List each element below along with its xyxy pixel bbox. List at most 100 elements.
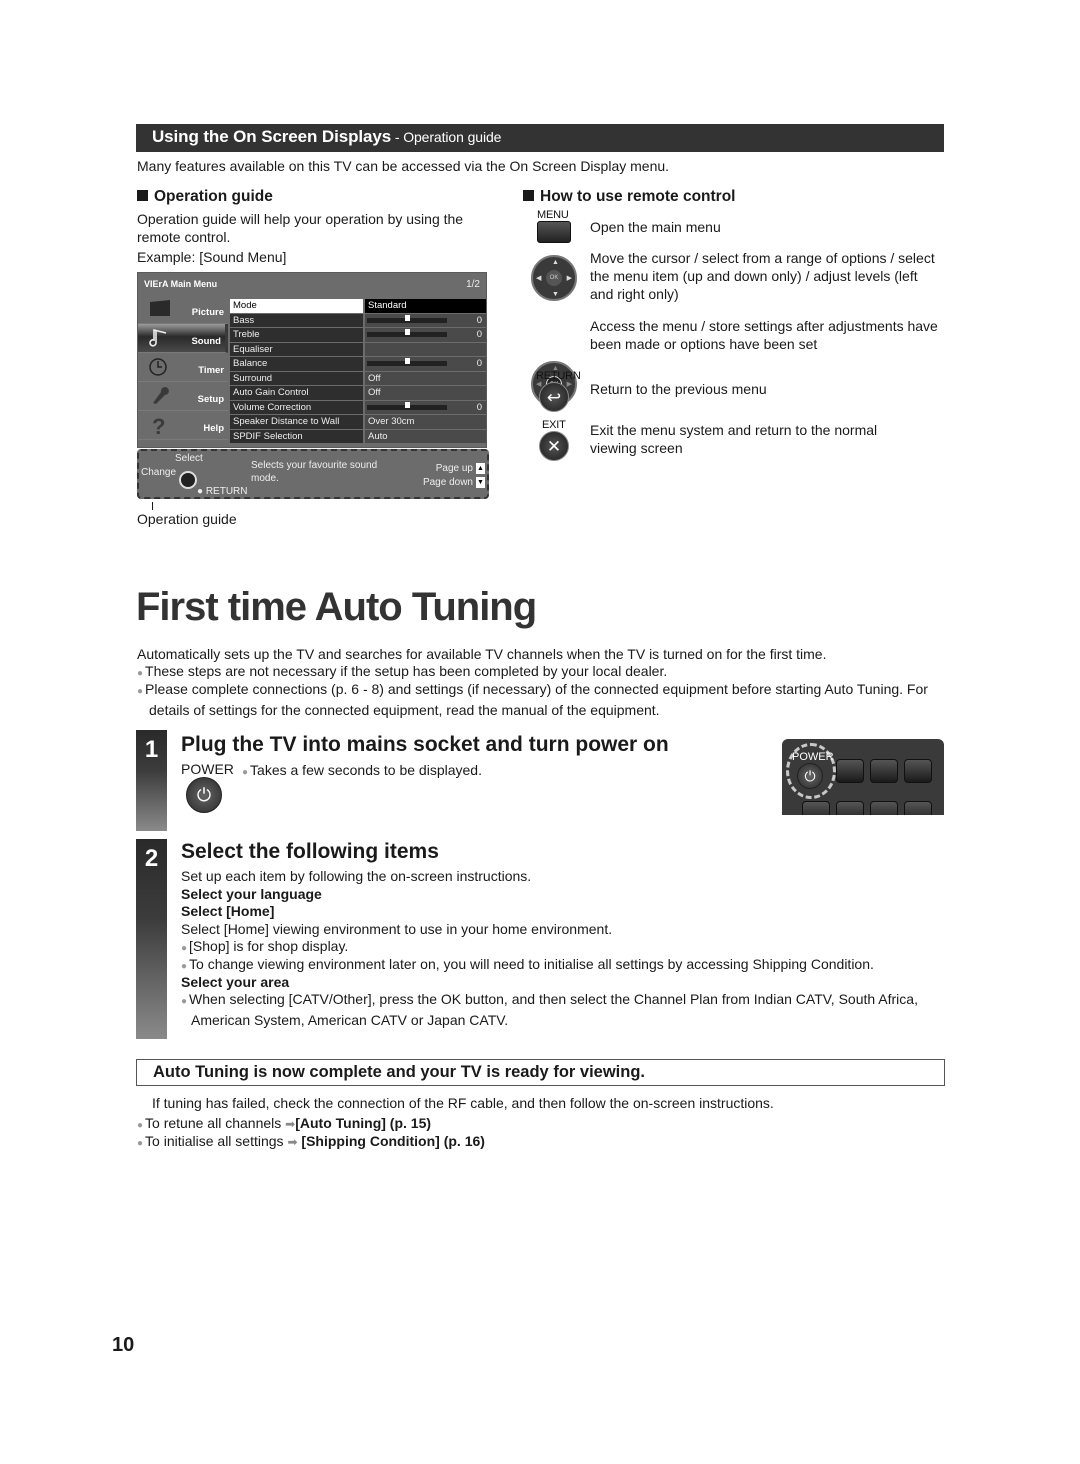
return-key: RETURN ↩	[536, 370, 581, 412]
menu-row[interactable]: SPDIF Selection Auto	[230, 429, 486, 444]
auto-tuning-link[interactable]: [Auto Tuning] (p. 15)	[295, 1115, 431, 1131]
menu-row-value: 0	[365, 328, 486, 342]
slider-knob[interactable]	[405, 358, 410, 364]
menu-row-value: 0	[365, 313, 486, 327]
question-icon: ?	[152, 415, 165, 435]
initialise-link-row: ● To initialise all settings ➡ [Shipping …	[137, 1133, 485, 1149]
tv-icon	[150, 300, 170, 316]
power-button-icon: ⏻	[186, 777, 222, 813]
slider-knob[interactable]	[405, 314, 410, 321]
select-area-label: Select your area	[181, 974, 290, 990]
guide-return-label: ● RETURN	[197, 486, 248, 497]
menu-key: MENU	[537, 209, 571, 243]
level-slider[interactable]	[367, 329, 447, 337]
dpad-icon	[179, 471, 197, 489]
step2-intro: Set up each item by following the on-scr…	[181, 868, 532, 884]
square-bullet-icon	[137, 190, 148, 201]
level-slider[interactable]	[367, 401, 447, 410]
remote-power-button-icon: ⏻	[797, 763, 823, 789]
menu-row-value: 0	[365, 400, 486, 414]
menu-row-value: 0	[365, 357, 486, 371]
menu-key-description: Open the main menu	[590, 219, 721, 235]
bullet-dot-icon: ●	[137, 686, 144, 697]
menu-category-setup[interactable]: Setup	[138, 382, 228, 411]
menu-category-timer[interactable]: Timer	[138, 353, 228, 382]
menu-row-label: Mode	[230, 299, 363, 313]
step1-heading: Plug the TV into mains socket and turn p…	[181, 733, 669, 756]
menu-row-value: Auto	[365, 429, 486, 443]
exit-button-icon: ✕	[539, 431, 569, 461]
menu-row[interactable]: Bass 0	[230, 313, 486, 328]
page-title: First time Auto Tuning	[136, 585, 537, 629]
slider-value: 0	[476, 358, 482, 369]
remote-key	[836, 801, 864, 815]
menu-row-value: Off	[365, 371, 486, 385]
menu-row-label: Auto Gain Control	[230, 386, 363, 400]
exit-key-label: EXIT	[542, 419, 566, 431]
menu-title: VIErA Main Menu	[144, 279, 218, 289]
power-label: POWER	[181, 761, 234, 777]
menu-row[interactable]: Mode Standard	[230, 299, 486, 314]
menu-row[interactable]: Volume Correction 0	[230, 400, 486, 415]
menu-page-indicator: 1/2	[466, 279, 480, 290]
cursor-dpad-icon: ▲ ▼ ◀ ▶ OK	[531, 255, 577, 301]
menu-row[interactable]: Equaliser	[230, 342, 486, 357]
cursor-description: Move the cursor / select from a range of…	[590, 250, 935, 302]
menu-row-label: Speaker Distance to Wall	[230, 415, 363, 429]
operation-guide-text: Operation guide will help your operation…	[137, 211, 464, 245]
svg-text:?: ?	[152, 415, 165, 435]
menu-key-label: MENU	[537, 209, 569, 221]
menu-row-label: Treble	[230, 328, 363, 342]
remote-power-label: POWER	[792, 751, 834, 763]
menu-category-picture[interactable]: Picture	[138, 295, 228, 324]
arrow-right-icon: ➡	[287, 1135, 298, 1149]
example-label: Example: [Sound Menu]	[137, 249, 287, 265]
menu-row[interactable]: Balance 0	[230, 357, 486, 372]
menu-category-sound[interactable]: Sound	[138, 324, 228, 353]
home-text: Select [Home] viewing environment to use…	[181, 921, 613, 937]
bullet-dot-icon: ●	[242, 767, 249, 778]
select-language-label: Select your language	[181, 886, 322, 902]
area-bullet: ● When selecting [CATV/Other], press the …	[181, 991, 918, 1028]
menu-rows: Mode Standard Bass 0 Treble 0 Equaliser Balance…	[230, 299, 486, 444]
shipping-condition-link[interactable]: [Shipping Condition] (p. 16)	[301, 1133, 485, 1149]
menu-row[interactable]: Speaker Distance to Wall Over 30cm	[230, 415, 486, 430]
step-number-2: 2	[136, 839, 167, 1039]
remote-control-heading: How to use remote control	[523, 188, 736, 206]
remote-key	[836, 759, 864, 783]
bullet-dot-icon: ●	[137, 1138, 144, 1149]
menu-row-value	[365, 342, 486, 356]
menu-row[interactable]: Auto Gain Control Off	[230, 386, 486, 401]
menu-row[interactable]: Treble 0	[230, 328, 486, 343]
menu-category-help[interactable]: ? Help	[138, 411, 228, 440]
remote-key	[870, 759, 898, 783]
section-subtitle: - Operation guide	[391, 129, 502, 145]
exit-description: Exit the menu system and return to the n…	[590, 422, 878, 456]
menu-row-label: Surround	[230, 371, 363, 385]
guide-description: Selects your favourite sound mode.	[251, 460, 378, 484]
remote-key	[870, 801, 898, 815]
bullet-dot-icon: ●	[137, 668, 144, 679]
remote-control-image: POWER ⏻	[782, 739, 944, 815]
ok-description: Access the menu / store settings after a…	[590, 318, 938, 352]
exit-key: EXIT ✕	[539, 419, 569, 461]
osd-intro: Many features available on this TV can b…	[137, 158, 670, 174]
failed-text: If tuning has failed, check the connecti…	[152, 1095, 774, 1111]
menu-row-value: Standard	[365, 299, 486, 313]
menu-row-value: Over 30cm	[365, 415, 486, 429]
slider-value: 0	[476, 401, 482, 413]
menu-row-label: SPDIF Selection	[230, 429, 363, 443]
auto-tuning-intro: Automatically sets up the TV and searche…	[137, 646, 827, 662]
slider-knob[interactable]	[405, 401, 410, 408]
square-bullet-icon	[523, 190, 534, 201]
clock-icon	[149, 358, 167, 376]
slider-value: 0	[476, 329, 482, 340]
level-slider[interactable]	[367, 358, 447, 366]
level-slider[interactable]	[367, 314, 447, 323]
bullet-dot-icon: ●	[181, 996, 188, 1007]
slider-knob[interactable]	[405, 329, 410, 335]
guide-page-up: Page up	[435, 463, 473, 474]
menu-row-label: Volume Correction	[230, 400, 363, 414]
tv-main-menu: VIErA Main Menu 1/2 Picture Sound Timer …	[137, 272, 487, 448]
menu-row[interactable]: Surround Off	[230, 371, 486, 386]
